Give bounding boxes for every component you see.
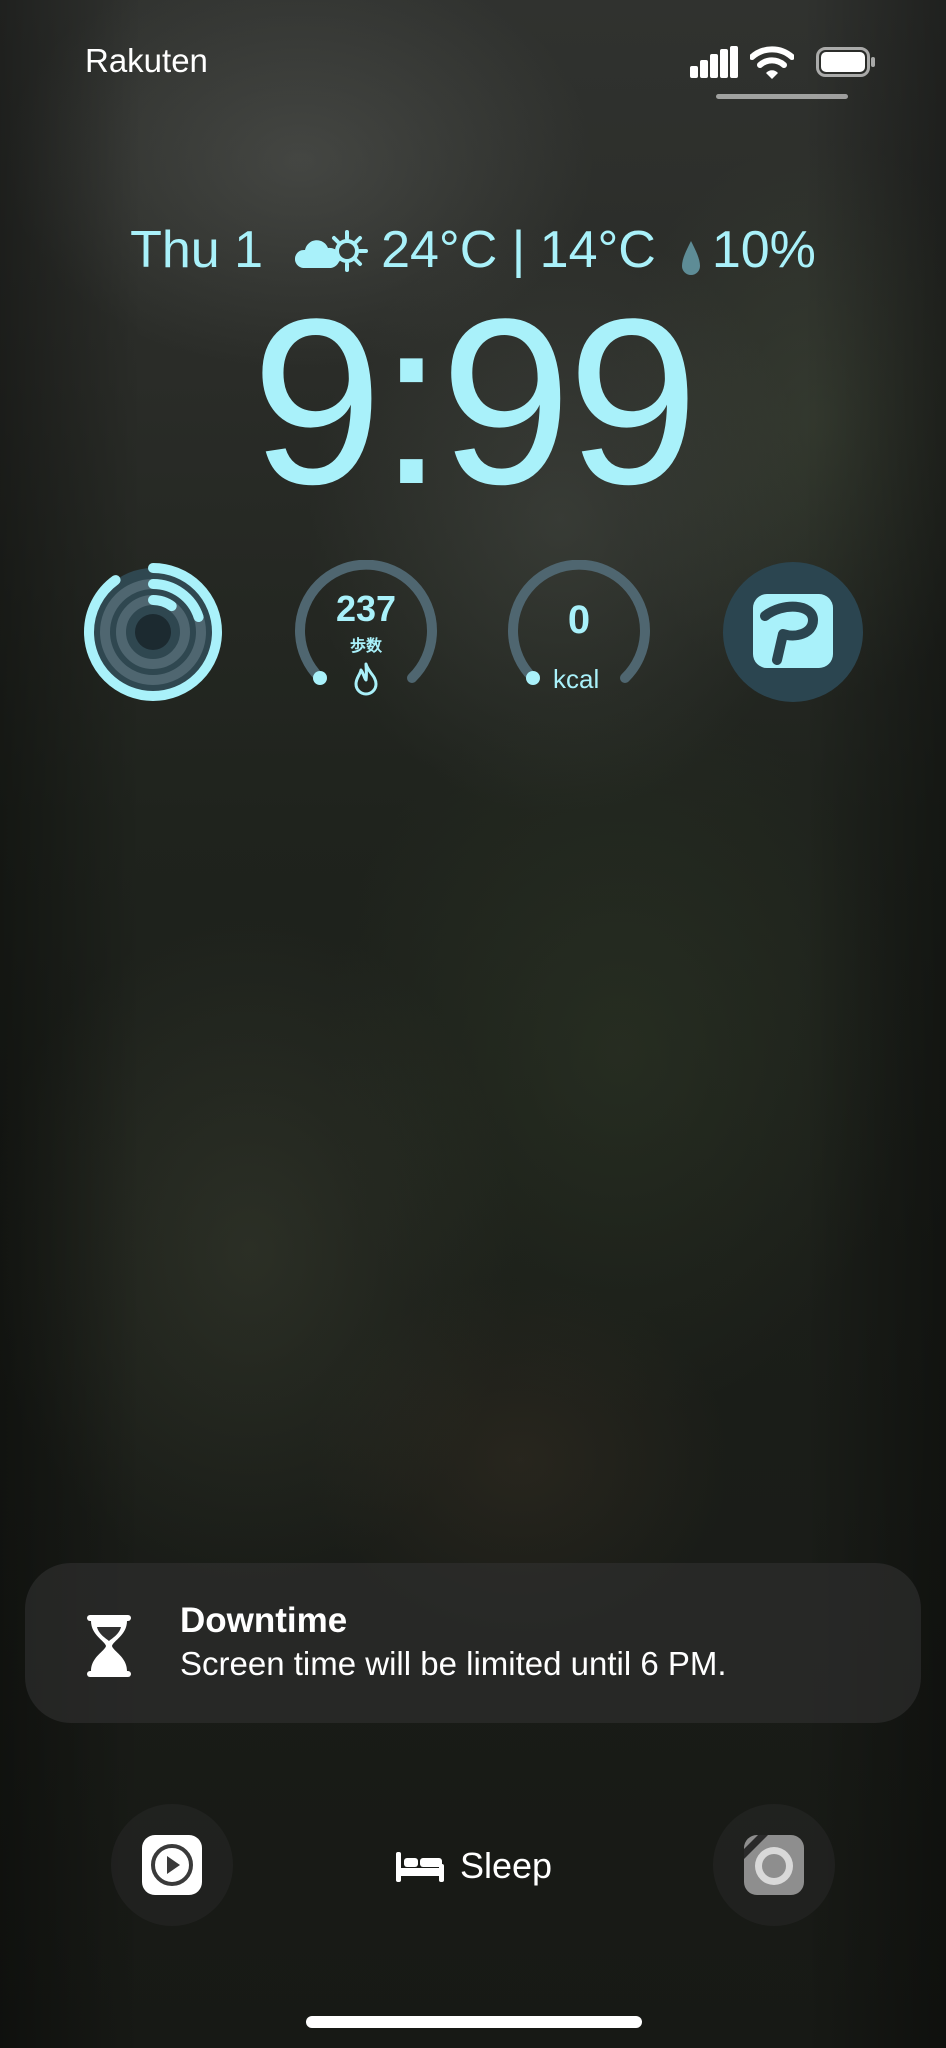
precipitation-chance: 10% (711, 221, 816, 279)
notification-center-grabber[interactable] (716, 94, 848, 99)
battery-icon (816, 47, 876, 77)
date-label: Thu 1 (130, 221, 264, 279)
paypay-widget[interactable] (721, 560, 865, 704)
partly-sunny-icon (295, 227, 371, 273)
flame-icon (352, 662, 380, 696)
sleep-label: Sleep (460, 1845, 553, 1886)
activity-rings-icon (84, 563, 222, 701)
bed-icon (396, 1850, 444, 1882)
lock-screen-clock: 9:99 (251, 270, 698, 534)
home-indicator[interactable] (306, 2016, 642, 2028)
video-player-icon (142, 1835, 202, 1895)
hourglass-icon (81, 1615, 137, 1677)
calories-widget[interactable]: 0 kcal (507, 560, 651, 704)
camera-shortcut-button[interactable] (713, 1804, 835, 1926)
wifi-icon (749, 44, 795, 80)
activity-rings-widget[interactable] (81, 560, 225, 704)
raindrop-icon (680, 230, 702, 275)
steps-widget[interactable]: 237 歩数 (294, 560, 438, 704)
downtime-notification[interactable]: Downtime Screen time will be limited unt… (25, 1563, 921, 1723)
cellular-signal-icon (690, 46, 740, 78)
steps-value: 237 (335, 588, 397, 629)
left-shortcut-button[interactable] (111, 1804, 233, 1926)
calories-value: 0 (567, 598, 591, 642)
steps-unit: 歩数 (349, 636, 382, 655)
notification-body: Screen time will be limited until 6 PM. (180, 1645, 727, 1682)
calories-unit: kcal (553, 664, 600, 694)
notification-title: Downtime (180, 1601, 348, 1640)
paypay-icon (723, 562, 863, 702)
sleep-button[interactable]: Sleep (396, 1838, 552, 1894)
status-icons (690, 42, 890, 82)
carrier-label: Rakuten (85, 42, 208, 79)
camera-pro-icon (744, 1835, 804, 1895)
